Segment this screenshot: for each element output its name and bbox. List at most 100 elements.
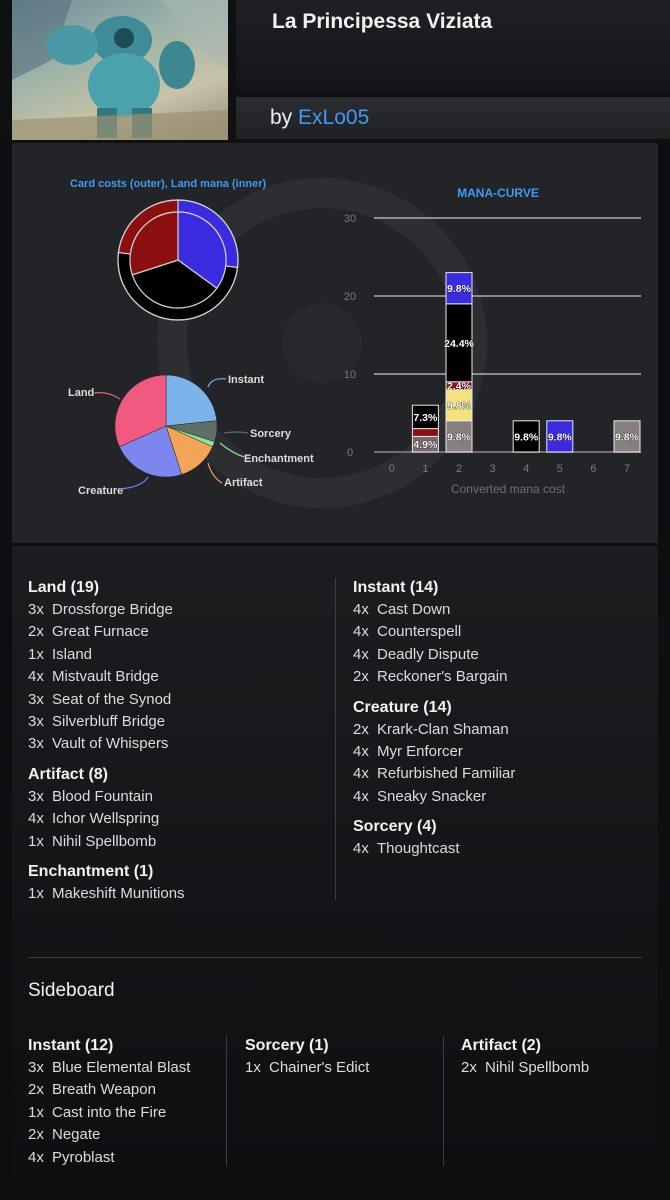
card-row[interactable]: 2x Krark-Clan Shaman [353, 719, 653, 741]
card-name[interactable]: Myr Enforcer [377, 743, 463, 760]
card-section: Sorcery (4) 4x Thoughtcast [353, 816, 653, 860]
card-name[interactable]: Nihil Spellbomb [52, 833, 156, 850]
sideboard-divider-2 [443, 1036, 444, 1166]
card-name[interactable]: Cast into the Fire [52, 1104, 166, 1121]
card-quantity: 4x [28, 810, 44, 828]
main-left-column: Land (19) 3x Drossforge Bridge 2x Great Furn… [28, 577, 328, 913]
bar-percent-label: 9.8% [548, 431, 573, 443]
section-title: Creature (14) [353, 698, 452, 716]
card-row[interactable]: 3x Vault of Whispers [28, 733, 328, 755]
card-name[interactable]: Negate [52, 1126, 100, 1143]
bar-percent-label: 7.3% [413, 412, 438, 424]
bar-percent-label: 24.4% [444, 338, 474, 350]
card-name[interactable]: Pyroblast [52, 1149, 115, 1166]
sideboard-column-1: Instant (12) 3x Blue Elemental Blast 2x Brea… [28, 1035, 228, 1177]
card-name[interactable]: Refurbished Familiar [377, 765, 515, 782]
bar-percent-label: 9.8% [615, 431, 640, 443]
card-quantity: 1x [245, 1059, 261, 1076]
bar-percent-label: 9.8% [447, 283, 472, 295]
card-name[interactable]: Mistvault Bridge [52, 668, 159, 685]
card-name[interactable]: Reckoner's Bargain [377, 668, 507, 685]
type-label-instant: Instant [228, 374, 264, 386]
card-row[interactable]: 1x Island [28, 644, 328, 666]
sideboard-divider-1 [226, 1036, 227, 1166]
mana-curve-chart: 0 10 20 30 0 1 4.9% 7.3% 2 9.8% 9.8% 2.4% 24.4% 9.8% 3… [344, 213, 641, 496]
card-row[interactable]: 3x Blue Elemental Blast [28, 1057, 228, 1079]
card-row[interactable]: 1x Cast into the Fire [28, 1102, 228, 1124]
card-name[interactable]: Great Furnace [52, 623, 149, 640]
card-name[interactable]: Drossforge Bridge [52, 601, 173, 618]
card-row[interactable]: 2x Negate [28, 1124, 228, 1146]
card-name[interactable]: Sneaky Snacker [377, 788, 486, 805]
card-row[interactable]: 2x Nihil Spellbomb [461, 1057, 651, 1079]
card-row[interactable]: 2x Breath Weapon [28, 1079, 228, 1101]
card-row[interactable]: 4x Ichor Wellspring [28, 808, 328, 830]
card-row[interactable]: 4x Cast Down [353, 599, 653, 621]
card-name[interactable]: Counterspell [377, 623, 461, 640]
bar-percent-label: 9.8% [447, 400, 472, 412]
card-row[interactable]: 2x Great Furnace [28, 621, 328, 643]
card-name[interactable]: Seat of the Synod [52, 691, 171, 708]
y-tick-label: 0 [347, 447, 353, 459]
card-row[interactable]: 4x Deadly Dispute [353, 644, 653, 666]
card-section: Creature (14) 2x Krark-Clan Shaman 4x Myr En… [353, 697, 653, 809]
card-name[interactable]: Thoughtcast [377, 840, 460, 857]
card-name[interactable]: Blue Elemental Blast [52, 1059, 190, 1076]
card-name[interactable]: Breath Weapon [52, 1081, 156, 1098]
sideboard-title: Sideboard [28, 980, 115, 1001]
card-name[interactable]: Nihil Spellbomb [485, 1059, 589, 1076]
card-row[interactable]: 3x Drossforge Bridge [28, 599, 328, 621]
card-name[interactable]: Cast Down [377, 601, 450, 618]
card-quantity: 4x [353, 840, 369, 858]
card-row[interactable]: 4x Myr Enforcer [353, 741, 653, 763]
card-quantity: 3x [28, 1059, 44, 1076]
card-name[interactable]: Makeshift Munitions [52, 885, 185, 902]
section-title: Artifact (8) [28, 765, 109, 783]
card-row[interactable]: 4x Pyroblast [28, 1147, 228, 1169]
card-row[interactable]: 4x Thoughtcast [353, 838, 653, 860]
card-quantity: 4x [353, 645, 369, 663]
color-pie-chart [117, 199, 239, 321]
card-quantity: 4x [353, 742, 369, 760]
section-title: Instant (12) [28, 1037, 114, 1054]
card-row[interactable]: 4x Mistvault Bridge [28, 666, 328, 688]
card-quantity: 3x [28, 735, 44, 753]
card-quantity: 4x [28, 1148, 44, 1166]
card-name[interactable]: Silverbluff Bridge [52, 713, 165, 730]
card-section: Instant (12) 3x Blue Elemental Blast 2x Brea… [28, 1035, 228, 1169]
card-row[interactable]: 4x Refurbished Familiar [353, 763, 653, 785]
card-name[interactable]: Vault of Whispers [52, 735, 168, 752]
stats-panel: Card costs (outer), Land mana (inner) La… [12, 143, 658, 543]
card-quantity: 2x [353, 668, 369, 686]
card-quantity: 3x [28, 787, 44, 805]
card-row[interactable]: 4x Counterspell [353, 621, 653, 643]
deck-title: La Principessa Viziata [272, 10, 493, 33]
card-name[interactable]: Ichor Wellspring [52, 810, 159, 827]
card-name[interactable]: Krark-Clan Shaman [377, 721, 509, 738]
card-row[interactable]: 3x Seat of the Synod [28, 689, 328, 711]
y-tick-label: 30 [344, 213, 356, 225]
x-tick-label: 1 [422, 463, 428, 475]
card-row[interactable]: 3x Blood Fountain [28, 786, 328, 808]
type-label-sorcery: Sorcery [250, 428, 292, 440]
section-title: Land (19) [28, 579, 100, 596]
card-row[interactable]: 1x Makeshift Munitions [28, 883, 328, 905]
card-row[interactable]: 1x Chainer's Edict [245, 1057, 445, 1079]
card-name[interactable]: Deadly Dispute [377, 646, 479, 663]
x-tick-label: 6 [590, 463, 596, 475]
card-quantity: 4x [353, 601, 369, 618]
card-name[interactable]: Chainer's Edict [269, 1059, 369, 1076]
card-row[interactable]: 4x Sneaky Snacker [353, 786, 653, 808]
card-row[interactable]: 2x Reckoner's Bargain [353, 666, 653, 688]
card-name[interactable]: Island [52, 646, 92, 663]
bar-percent-label: 2.4% [447, 381, 472, 393]
card-quantity: 2x [28, 1126, 44, 1144]
decklist: Land (19) 3x Drossforge Bridge 2x Great Furn… [12, 546, 658, 1200]
card-row[interactable]: 3x Silverbluff Bridge [28, 711, 328, 733]
column-divider [335, 578, 336, 900]
type-label-artifact: Artifact [224, 477, 263, 489]
card-name[interactable]: Blood Fountain [52, 788, 153, 805]
card-row[interactable]: 1x Nihil Spellbomb [28, 831, 328, 853]
author-link[interactable]: ExLo05 [298, 106, 369, 129]
y-tick-label: 20 [344, 291, 356, 303]
